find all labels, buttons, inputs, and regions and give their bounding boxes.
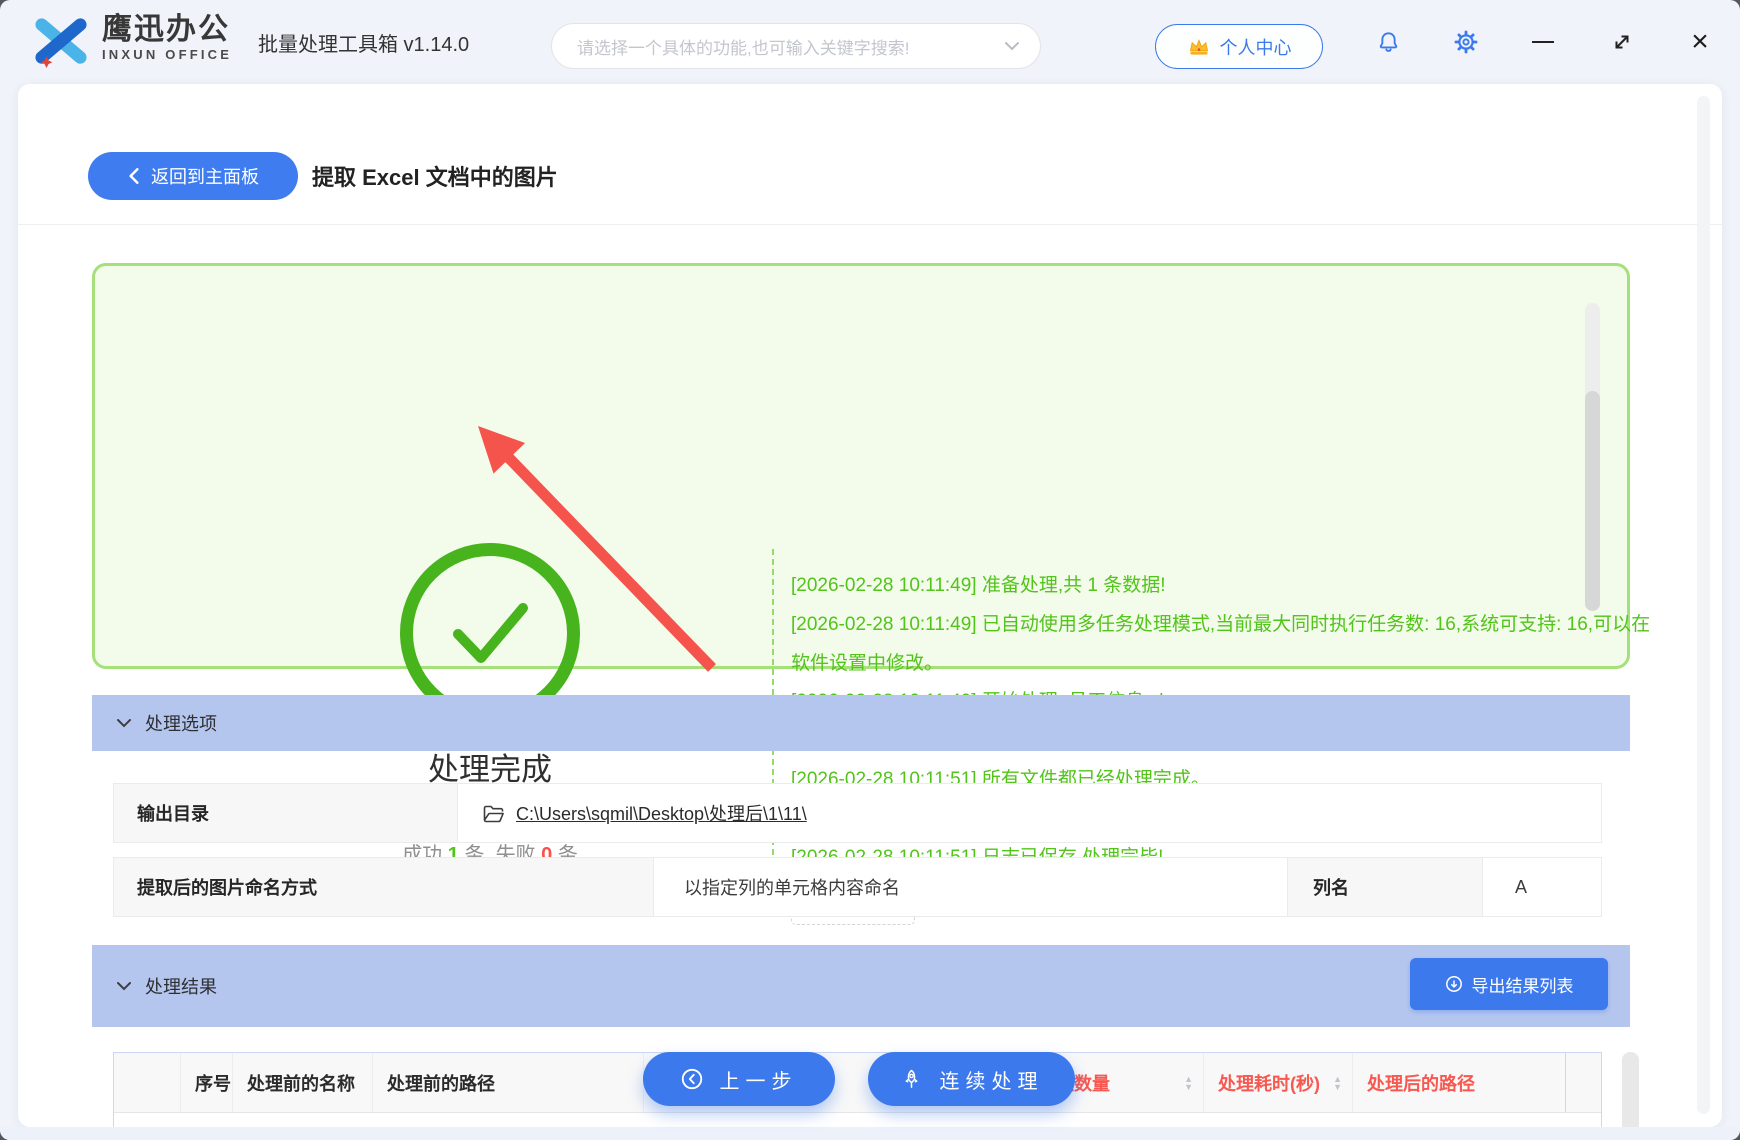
log-scrollbar-track[interactable] (1585, 303, 1600, 611)
previous-step-label: 上一步 (719, 1070, 798, 1093)
minimize-icon (1532, 40, 1554, 44)
column-header-elapsed: 处理耗时(秒) ▲ ▼ (1204, 1053, 1353, 1112)
column-header-name-before: 处理前的名称 (233, 1053, 373, 1112)
app-window: 鹰迅办公 INXUN OFFICE 批量处理工具箱 v1.14.0 请选择一个具… (0, 0, 1740, 1140)
sort-control[interactable]: ▲ ▼ (1333, 1074, 1342, 1092)
brand-block: 鹰迅办公 INXUN OFFICE (102, 14, 232, 64)
naming-value: 以指定列的单元格内容命名 (684, 878, 900, 898)
output-dir-link[interactable]: C:\Users\sqmil\Desktop\处理后\1\11\ (516, 800, 807, 826)
naming-value-cell: 以指定列的单元格内容命名 (654, 858, 1288, 916)
app-title: 批量处理工具箱 v1.14.0 (258, 33, 470, 56)
download-icon (1445, 976, 1462, 992)
options-section-title: 处理选项 (145, 714, 217, 734)
checkmark-icon (453, 603, 528, 663)
naming-row: 提取后的图片命名方式 以指定列的单元格内容命名 列名 A (113, 857, 1602, 917)
notifications-button[interactable] (1366, 0, 1410, 84)
gear-icon (1454, 30, 1478, 54)
screen: 鹰迅办公 INXUN OFFICE 批量处理工具箱 v1.14.0 请选择一个具… (0, 0, 1740, 1140)
brand-name-cn: 鹰迅办公 (102, 13, 230, 46)
results-section-header[interactable]: 处理结果 (92, 945, 1630, 1027)
page-title: 提取 Excel 文档中的图片 (312, 165, 558, 190)
output-dir-label-cell: 输出目录 (114, 784, 458, 842)
sort-control[interactable]: ▲ ▼ (1184, 1074, 1193, 1092)
column-header-path-before: 处理前的路径 (373, 1053, 644, 1112)
naming-label-cell: 提取后的图片命名方式 (114, 858, 654, 916)
back-to-dashboard-button[interactable]: 返回到主面板 (88, 152, 298, 200)
chevron-down-icon (116, 717, 132, 729)
options-section-header[interactable]: 处理选项 (92, 695, 1630, 751)
table-scrollbar[interactable] (1622, 1052, 1639, 1127)
table-row (114, 1114, 1601, 1127)
export-result-list-label: 导出结果列表 (1471, 976, 1574, 996)
window-bottom-strip (0, 1127, 1740, 1140)
column-label: 列名 (1313, 878, 1349, 898)
header-divider (18, 224, 1722, 225)
circle-left-icon (681, 1068, 702, 1090)
minimize-button[interactable] (1521, 0, 1565, 84)
column-header-end-spacer (1565, 1053, 1601, 1112)
log-scrollbar-thumb[interactable] (1585, 391, 1600, 611)
output-dir-value-cell: C:\Users\sqmil\Desktop\处理后\1\11\ (458, 784, 1601, 842)
continue-process-label: 连续处理 (939, 1070, 1044, 1093)
bell-icon (1379, 31, 1397, 52)
brand-name-en: INXUN OFFICE (102, 47, 233, 62)
folder-icon (483, 805, 504, 822)
resize-button[interactable] (1600, 0, 1644, 84)
rocket-icon (905, 1069, 917, 1088)
settings-button[interactable] (1444, 0, 1488, 84)
crown-icon (1189, 38, 1208, 55)
chevron-left-icon (129, 168, 139, 184)
column-header-path-after: 处理后的路径 (1367, 1073, 1475, 1094)
column-label-cell: 列名 (1288, 858, 1483, 916)
log-line: [2026-02-28 10:11:49] 已自动使用多任务处理模式,当前最大同… (791, 613, 1651, 674)
results-table-header: 序号 处理前的名称 处理前的路径 处理数量 ▲▼ 处理耗时(秒) ▲▼ 处理后的… (114, 1053, 1601, 1113)
output-dir-label: 输出目录 (137, 804, 209, 824)
checkbox-column-header (114, 1053, 181, 1112)
naming-label: 提取后的图片命名方式 (137, 878, 317, 898)
results-section-title: 处理结果 (145, 977, 217, 997)
resize-icon (1615, 35, 1629, 49)
sort-down-icon: ▼ (1333, 1081, 1342, 1092)
export-result-list-button[interactable]: 导出结果列表 (1410, 958, 1608, 1010)
app-logo-icon (35, 18, 87, 69)
column-value: A (1515, 876, 1528, 897)
result-panel: 处理完成 共 1 条记录 耗时: 2 秒 成功 1 条, 失败 0 条 [202… (92, 263, 1650, 925)
results-table: 序号 处理前的名称 处理前的路径 处理数量 ▲▼ 处理耗时(秒) ▲▼ 处理后的… (113, 1052, 1602, 1127)
search-placeholder: 请选择一个具体的功能,也可输入关键字搜索! (577, 38, 910, 58)
titlebar: 鹰迅办公 INXUN OFFICE 批量处理工具箱 v1.14.0 请选择一个具… (0, 0, 1740, 84)
page-scrollbar[interactable] (1697, 96, 1710, 1114)
close-icon: × (1691, 25, 1709, 58)
back-button-label: 返回到主面板 (151, 167, 259, 187)
column-header-index: 序号 (181, 1053, 233, 1112)
continue-process-button[interactable]: 连续处理 (868, 1052, 1075, 1106)
chevron-down-icon (1005, 42, 1019, 51)
chevron-down-icon (116, 980, 132, 992)
close-button[interactable]: × (1678, 0, 1722, 84)
previous-step-button[interactable]: 上一步 (643, 1052, 835, 1106)
log-line: [2026-02-28 10:11:49] 准备处理,共 1 条数据! (791, 575, 1166, 596)
output-dir-row: 输出目录 C:\Users\sqmil\Desktop\处理后\1\11\ (113, 783, 1602, 843)
user-center-label: 个人中心 (1219, 37, 1292, 58)
column-value-cell: A (1483, 858, 1601, 916)
function-search-select[interactable]: 请选择一个具体的功能,也可输入关键字搜索! (551, 23, 1041, 69)
user-center-button[interactable]: 个人中心 (1155, 24, 1323, 69)
sort-down-icon: ▼ (1184, 1081, 1193, 1092)
